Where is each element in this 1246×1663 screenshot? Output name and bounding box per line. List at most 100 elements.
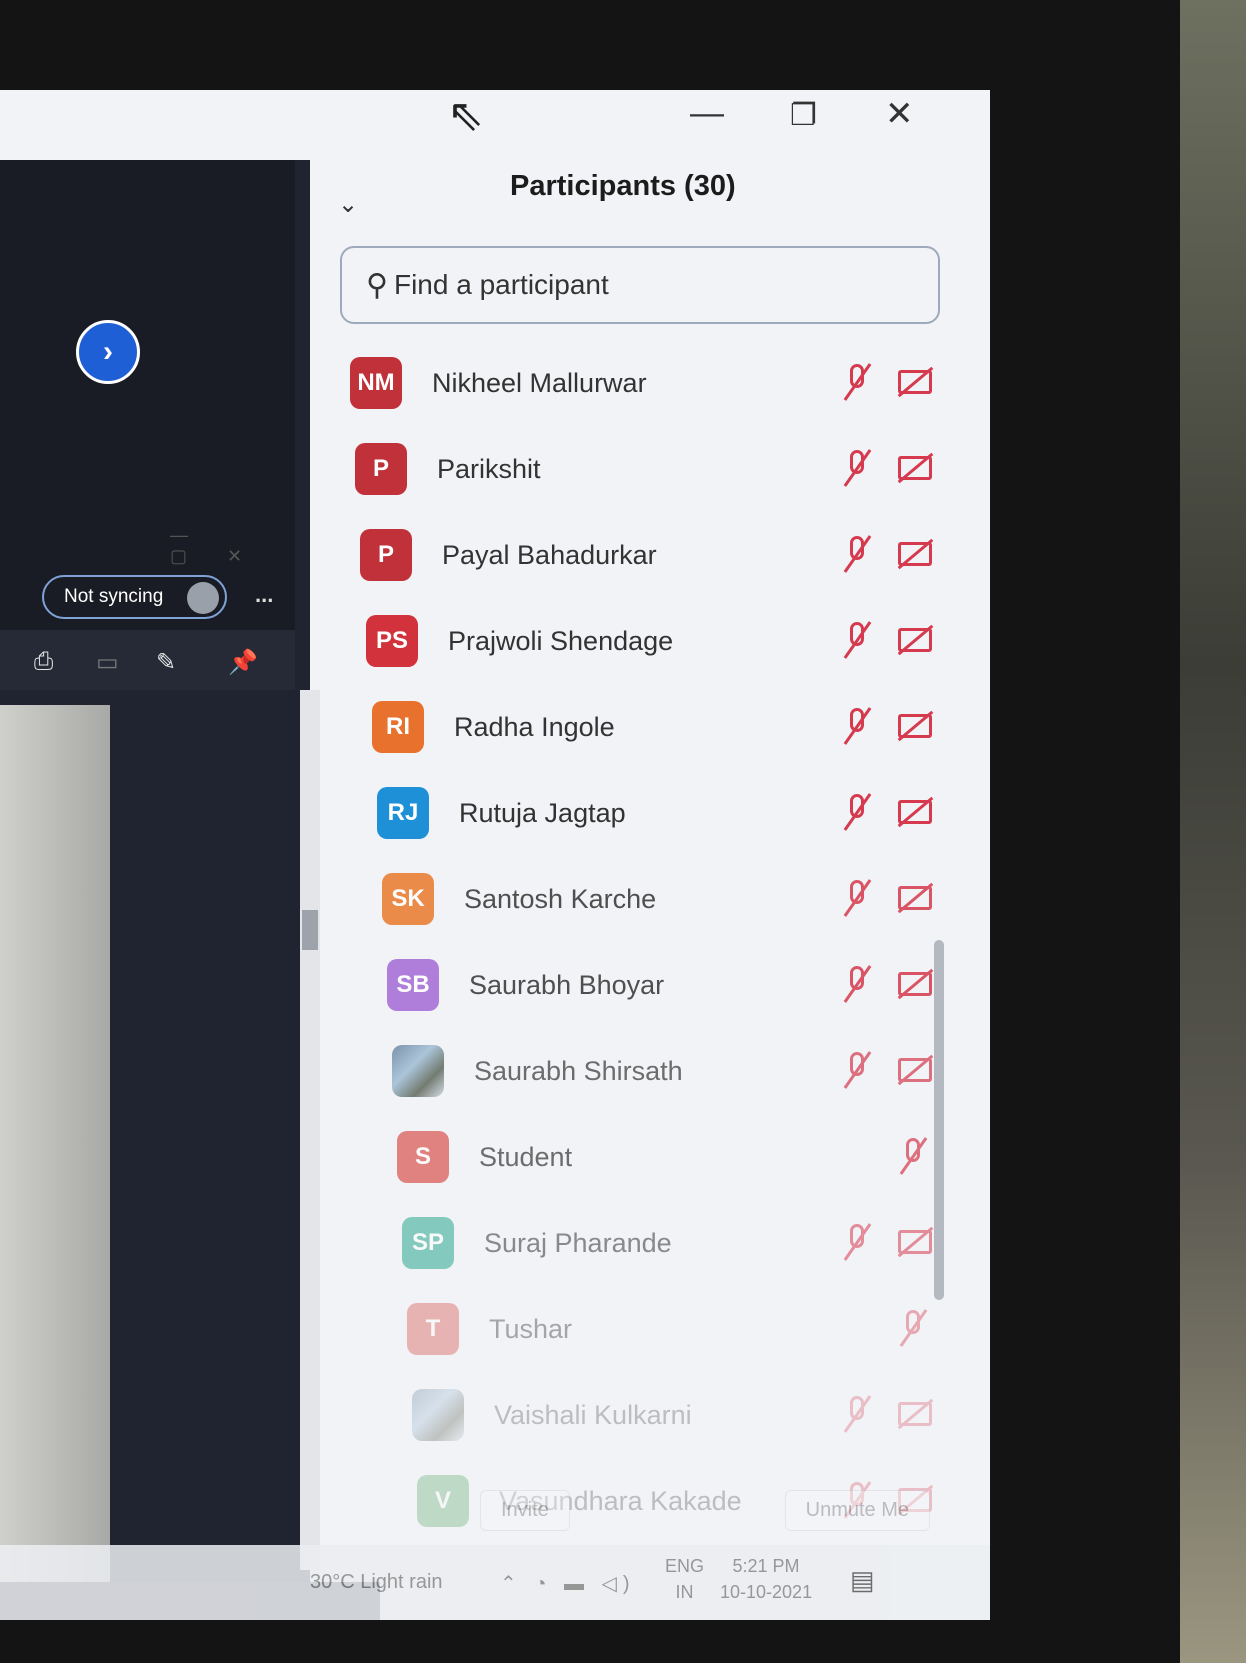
- participant-avatar: SB: [387, 959, 439, 1011]
- participant-name: Payal Bahadurkar: [442, 539, 657, 570]
- clock-time: 5:21 PM: [732, 1556, 800, 1576]
- lang-line2: IN: [675, 1582, 694, 1602]
- notifications-icon[interactable]: ▤: [850, 1565, 875, 1596]
- participant-row[interactable]: P Parikshit: [350, 426, 932, 512]
- clock-date: 10-10-2021: [720, 1582, 813, 1602]
- mic-muted-icon[interactable]: [840, 792, 874, 832]
- participant-list: NM Nikheel Mallurwar P Parikshit P Payal Baha…: [350, 340, 932, 1544]
- participant-status-icons: [840, 878, 932, 918]
- participant-status-icons: [840, 1050, 932, 1090]
- participant-status-icons: [840, 1222, 932, 1262]
- participant-status-icons: [840, 706, 932, 746]
- language-indicator[interactable]: ENG IN: [665, 1553, 704, 1605]
- video-off-icon[interactable]: [896, 878, 932, 918]
- participant-status-icons: [896, 1308, 930, 1348]
- sync-status-button[interactable]: Not syncing: [42, 575, 227, 619]
- participant-row[interactable]: NM Nikheel Mallurwar: [350, 340, 932, 426]
- mic-muted-icon[interactable]: [896, 1308, 930, 1348]
- mic-muted-icon[interactable]: [840, 534, 874, 574]
- system-tray-icons[interactable]: ⌃ ◔ ▬ ◁): [500, 1571, 636, 1596]
- participant-status-icons: [840, 620, 932, 660]
- profile-avatar[interactable]: [187, 582, 219, 614]
- mic-muted-icon[interactable]: [840, 1222, 874, 1262]
- more-options-icon[interactable]: ...: [255, 582, 273, 608]
- participant-avatar: NM: [350, 357, 402, 409]
- video-off-icon[interactable]: [896, 1222, 932, 1262]
- search-input[interactable]: ⚲ Find a participant: [340, 246, 940, 324]
- participant-row[interactable]: T Tushar: [350, 1286, 930, 1372]
- mic-muted-icon[interactable]: [840, 1394, 874, 1434]
- video-off-icon[interactable]: [896, 534, 932, 574]
- participant-row[interactable]: Saurabh Shirsath: [350, 1028, 932, 1114]
- participant-row[interactable]: SP Suraj Pharande: [350, 1200, 932, 1286]
- video-off-icon[interactable]: [896, 448, 932, 488]
- mic-muted-icon[interactable]: [840, 448, 874, 488]
- participant-row[interactable]: PS Prajwoli Shendage: [350, 598, 932, 684]
- video-off-icon[interactable]: [896, 792, 932, 832]
- mic-muted-icon[interactable]: [840, 362, 874, 402]
- invite-button[interactable]: Invite: [480, 1490, 570, 1531]
- participant-name: Saurabh Bhoyar: [469, 969, 665, 1000]
- participant-avatar: [412, 1389, 464, 1441]
- unmute-me-button[interactable]: Unmute Me: [784, 1490, 930, 1531]
- mic-muted-icon[interactable]: [840, 1050, 874, 1090]
- participant-name: Tushar: [489, 1313, 573, 1344]
- participant-row[interactable]: SK Santosh Karche: [350, 856, 932, 942]
- participant-row[interactable]: Vaishali Kulkarni: [350, 1372, 932, 1458]
- participant-row[interactable]: RJ Rutuja Jagtap: [350, 770, 932, 856]
- participants-scrollbar[interactable]: [932, 420, 946, 1520]
- participants-scrollbar-thumb[interactable]: [934, 940, 944, 1300]
- browser-toolbar: ⎙ ▭ ✎ 📌: [0, 630, 295, 690]
- participant-status-icons: [840, 362, 932, 402]
- search-placeholder: Find a participant: [393, 269, 609, 300]
- video-off-icon[interactable]: [896, 1050, 932, 1090]
- print-icon[interactable]: ⎙: [34, 648, 53, 676]
- mic-muted-icon[interactable]: [840, 620, 874, 660]
- participant-status-icons: [840, 534, 932, 574]
- participant-status-icons: [840, 448, 932, 488]
- participant-name: Prajwoli Shendage: [448, 625, 674, 656]
- clock[interactable]: 5:21 PM 10-10-2021: [720, 1553, 812, 1605]
- mic-muted-icon[interactable]: [840, 878, 874, 918]
- mini-window-controls: —▢✕: [170, 525, 283, 566]
- save-icon[interactable]: ▭: [96, 648, 119, 677]
- participant-name: Parikshit: [437, 453, 541, 484]
- participant-avatar: PS: [366, 615, 418, 667]
- participant-status-icons: [896, 1136, 930, 1176]
- video-off-icon[interactable]: [896, 706, 932, 746]
- mic-muted-icon[interactable]: [840, 964, 874, 1004]
- video-off-icon[interactable]: [896, 1394, 932, 1434]
- sync-status-label: Not syncing: [64, 586, 164, 607]
- participant-row[interactable]: P Payal Bahadurkar: [350, 512, 932, 598]
- minimize-icon[interactable]: —: [690, 94, 724, 133]
- edit-icon[interactable]: ✎: [156, 648, 176, 677]
- windows-taskbar: 30°C Light rain ⌃ ◔ ▬ ◁) ENG IN 5:21 PM …: [0, 1545, 990, 1620]
- video-off-icon[interactable]: [896, 362, 932, 402]
- participant-avatar: V: [417, 1475, 469, 1527]
- participant-name: Vaishali Kulkarni: [494, 1399, 692, 1430]
- participant-name: Saurabh Shirsath: [474, 1055, 683, 1086]
- participant-status-icons: [840, 1394, 932, 1434]
- pin-icon[interactable]: 📌: [228, 648, 258, 677]
- panel-footer: Invite Unmute Me: [480, 1490, 930, 1531]
- left-scrollbar[interactable]: [300, 690, 320, 1570]
- participant-row[interactable]: SB Saurabh Bhoyar: [350, 942, 932, 1028]
- mic-muted-icon[interactable]: [896, 1136, 930, 1176]
- participant-name: Student: [479, 1141, 573, 1172]
- left-scrollbar-thumb[interactable]: [302, 910, 318, 950]
- chevron-down-icon[interactable]: ⌄: [338, 190, 358, 219]
- participant-row[interactable]: S Student: [350, 1114, 930, 1200]
- participant-name: Nikheel Mallurwar: [432, 367, 647, 398]
- participant-avatar: T: [407, 1303, 459, 1355]
- close-icon[interactable]: ✕: [885, 94, 914, 134]
- weather-widget[interactable]: 30°C Light rain: [310, 1571, 443, 1594]
- restore-icon[interactable]: ❐: [790, 98, 817, 133]
- participant-avatar: SK: [382, 873, 434, 925]
- video-off-icon[interactable]: [896, 620, 932, 660]
- search-icon: ⚲: [366, 268, 388, 302]
- participant-row[interactable]: RI Radha Ingole: [350, 684, 932, 770]
- mic-muted-icon[interactable]: [840, 706, 874, 746]
- video-off-icon[interactable]: [896, 964, 932, 1004]
- document-page: [0, 705, 110, 1585]
- next-arrow-button[interactable]: ›: [76, 320, 140, 384]
